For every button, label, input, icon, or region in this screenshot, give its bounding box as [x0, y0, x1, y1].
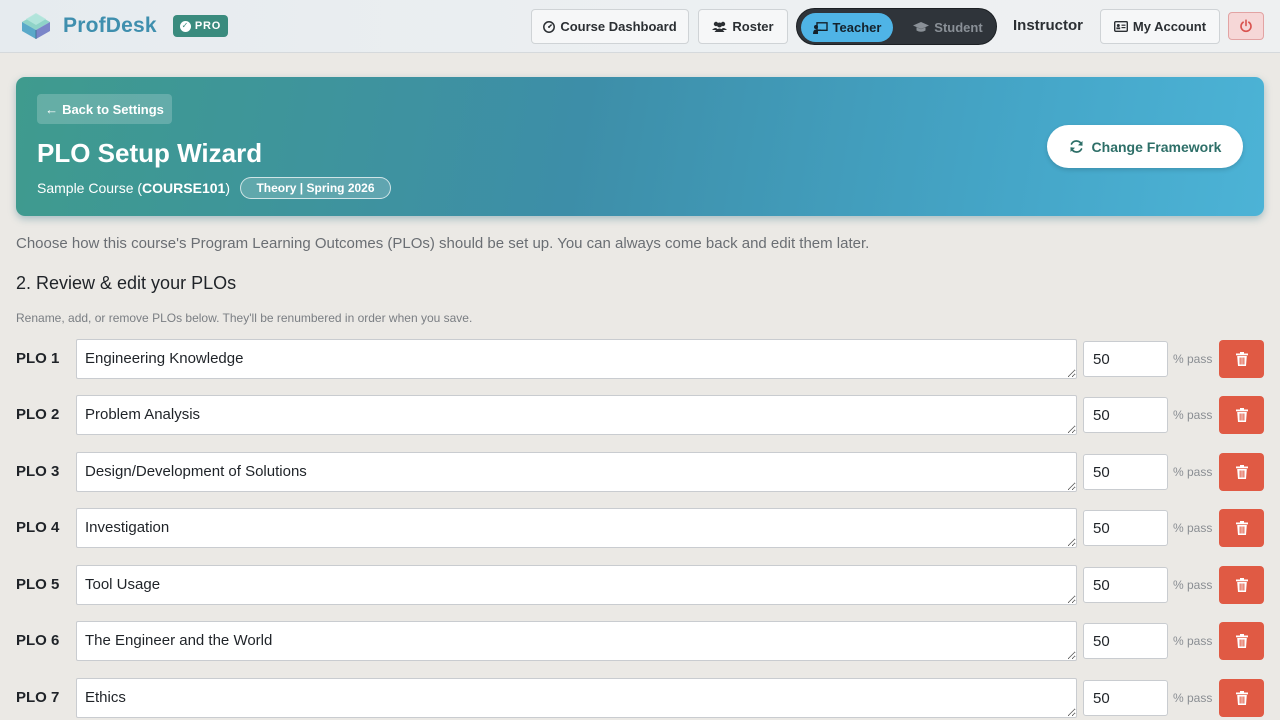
intro-text: Choose how this course's Program Learnin… [16, 235, 870, 252]
pass-percent-label: % pass [1173, 634, 1213, 648]
my-account-button[interactable]: My Account [1100, 9, 1220, 44]
plo-name-field[interactable]: Engineering Knowledge [76, 339, 1077, 379]
delete-plo-button[interactable] [1219, 622, 1264, 660]
course-code: COURSE101 [142, 180, 226, 196]
wizard-header-banner: ← Back to Settings PLO Setup Wizard Samp… [16, 77, 1264, 216]
arrow-left-icon: ← [45, 101, 59, 117]
pass-percent-label: % pass [1173, 352, 1213, 366]
section-hint: Rename, add, or remove PLOs below. They'… [16, 311, 473, 325]
plo-row: PLO 3 Design/Development of Solutions % … [0, 452, 1280, 492]
brand-name[interactable]: ProfDesk [63, 14, 157, 38]
change-framework-button[interactable]: Change Framework [1047, 125, 1243, 168]
delete-plo-button[interactable] [1219, 396, 1264, 434]
course-dashboard-label: Course Dashboard [560, 19, 677, 34]
check-circle-icon: ✓ [179, 20, 191, 32]
delete-plo-button[interactable] [1219, 453, 1264, 491]
roster-label: Roster [732, 19, 774, 34]
pass-percent-label: % pass [1173, 578, 1213, 592]
plo-pass-threshold-input[interactable] [1083, 680, 1168, 716]
course-name: Sample Course ( [37, 180, 143, 196]
plo-number-label: PLO 4 [16, 519, 60, 536]
plo-name-field[interactable]: The Engineer and the World [76, 621, 1077, 661]
id-card-icon [1113, 21, 1128, 32]
plo-name-field[interactable]: Problem Analysis [76, 395, 1077, 435]
user-role-label: Instructor [1013, 17, 1084, 34]
trash-icon [1235, 465, 1248, 479]
course-info: Sample Course (COURSE101) [37, 180, 230, 196]
trash-icon [1235, 408, 1248, 422]
role-teacher-option[interactable]: Teacher [801, 13, 893, 42]
plo-number-label: PLO 6 [16, 632, 60, 649]
graduation-cap-icon [913, 22, 930, 32]
plo-number-label: PLO 5 [16, 576, 60, 593]
delete-plo-button[interactable] [1219, 340, 1264, 378]
my-account-label: My Account [1132, 19, 1207, 34]
pro-badge: ✓ PRO [173, 15, 228, 37]
course-dashboard-button[interactable]: Course Dashboard [531, 9, 689, 44]
plo-number-label: PLO 3 [16, 463, 60, 480]
plo-pass-threshold-input[interactable] [1083, 397, 1168, 433]
plo-row: PLO 1 Engineering Knowledge % pass [0, 339, 1280, 379]
logout-button[interactable] [1228, 12, 1264, 40]
pass-percent-label: % pass [1173, 465, 1213, 479]
users-icon [712, 21, 728, 32]
plo-pass-threshold-input[interactable] [1083, 623, 1168, 659]
plo-name-field[interactable]: Investigation [76, 508, 1077, 548]
trash-icon [1235, 691, 1248, 705]
sync-icon [1070, 140, 1083, 153]
change-framework-label: Change Framework [1091, 138, 1222, 155]
power-icon [1240, 19, 1252, 33]
pass-percent-label: % pass [1173, 691, 1213, 705]
plo-number-label: PLO 2 [16, 406, 60, 423]
pass-percent-label: % pass [1173, 408, 1213, 422]
chalkboard-teacher-icon [812, 21, 828, 34]
plo-row: PLO 7 Ethics % pass [0, 678, 1280, 718]
role-student-label: Student [934, 20, 983, 35]
plo-row: PLO 5 Tool Usage % pass [0, 565, 1280, 605]
trash-icon [1235, 634, 1248, 648]
plo-name-field[interactable]: Design/Development of Solutions [76, 452, 1077, 492]
plo-name-field[interactable]: Tool Usage [76, 565, 1077, 605]
plo-pass-threshold-input[interactable] [1083, 510, 1168, 546]
plo-name-field[interactable]: Ethics [76, 678, 1077, 718]
section-title: 2. Review & edit your PLOs [16, 273, 237, 293]
plo-pass-threshold-input[interactable] [1083, 567, 1168, 603]
term-badge: Theory | Spring 2026 [240, 177, 391, 199]
roster-button[interactable]: Roster [698, 9, 788, 44]
trash-icon [1235, 578, 1248, 592]
plo-row: PLO 6 The Engineer and the World % pass [0, 621, 1280, 661]
stacked-books-icon[interactable] [18, 10, 54, 42]
trash-icon [1235, 521, 1248, 535]
plo-pass-threshold-input[interactable] [1083, 454, 1168, 490]
plo-number-label: PLO 7 [16, 689, 60, 706]
plo-number-label: PLO 1 [16, 350, 60, 367]
trash-icon [1235, 352, 1248, 366]
page-title: PLO Setup Wizard [37, 138, 263, 168]
plo-row: PLO 4 Investigation % pass [0, 508, 1280, 548]
role-toggle: Teacher Student [796, 8, 997, 45]
pass-percent-label: % pass [1173, 521, 1213, 535]
back-to-settings-label: Back to Settings [62, 101, 164, 117]
top-navbar: ProfDesk ✓ PRO Course Dashboard Roster T… [0, 0, 1280, 53]
delete-plo-button[interactable] [1219, 509, 1264, 547]
plo-row: PLO 2 Problem Analysis % pass [0, 395, 1280, 435]
pro-badge-label: PRO [194, 20, 222, 32]
delete-plo-button[interactable] [1219, 679, 1264, 717]
role-student-option[interactable]: Student [903, 13, 993, 42]
back-to-settings-button[interactable]: ← Back to Settings [37, 94, 172, 124]
course-close-paren: ) [225, 180, 230, 196]
delete-plo-button[interactable] [1219, 566, 1264, 604]
role-teacher-label: Teacher [832, 20, 882, 35]
gauge-icon [543, 20, 556, 33]
plo-pass-threshold-input[interactable] [1083, 341, 1168, 377]
